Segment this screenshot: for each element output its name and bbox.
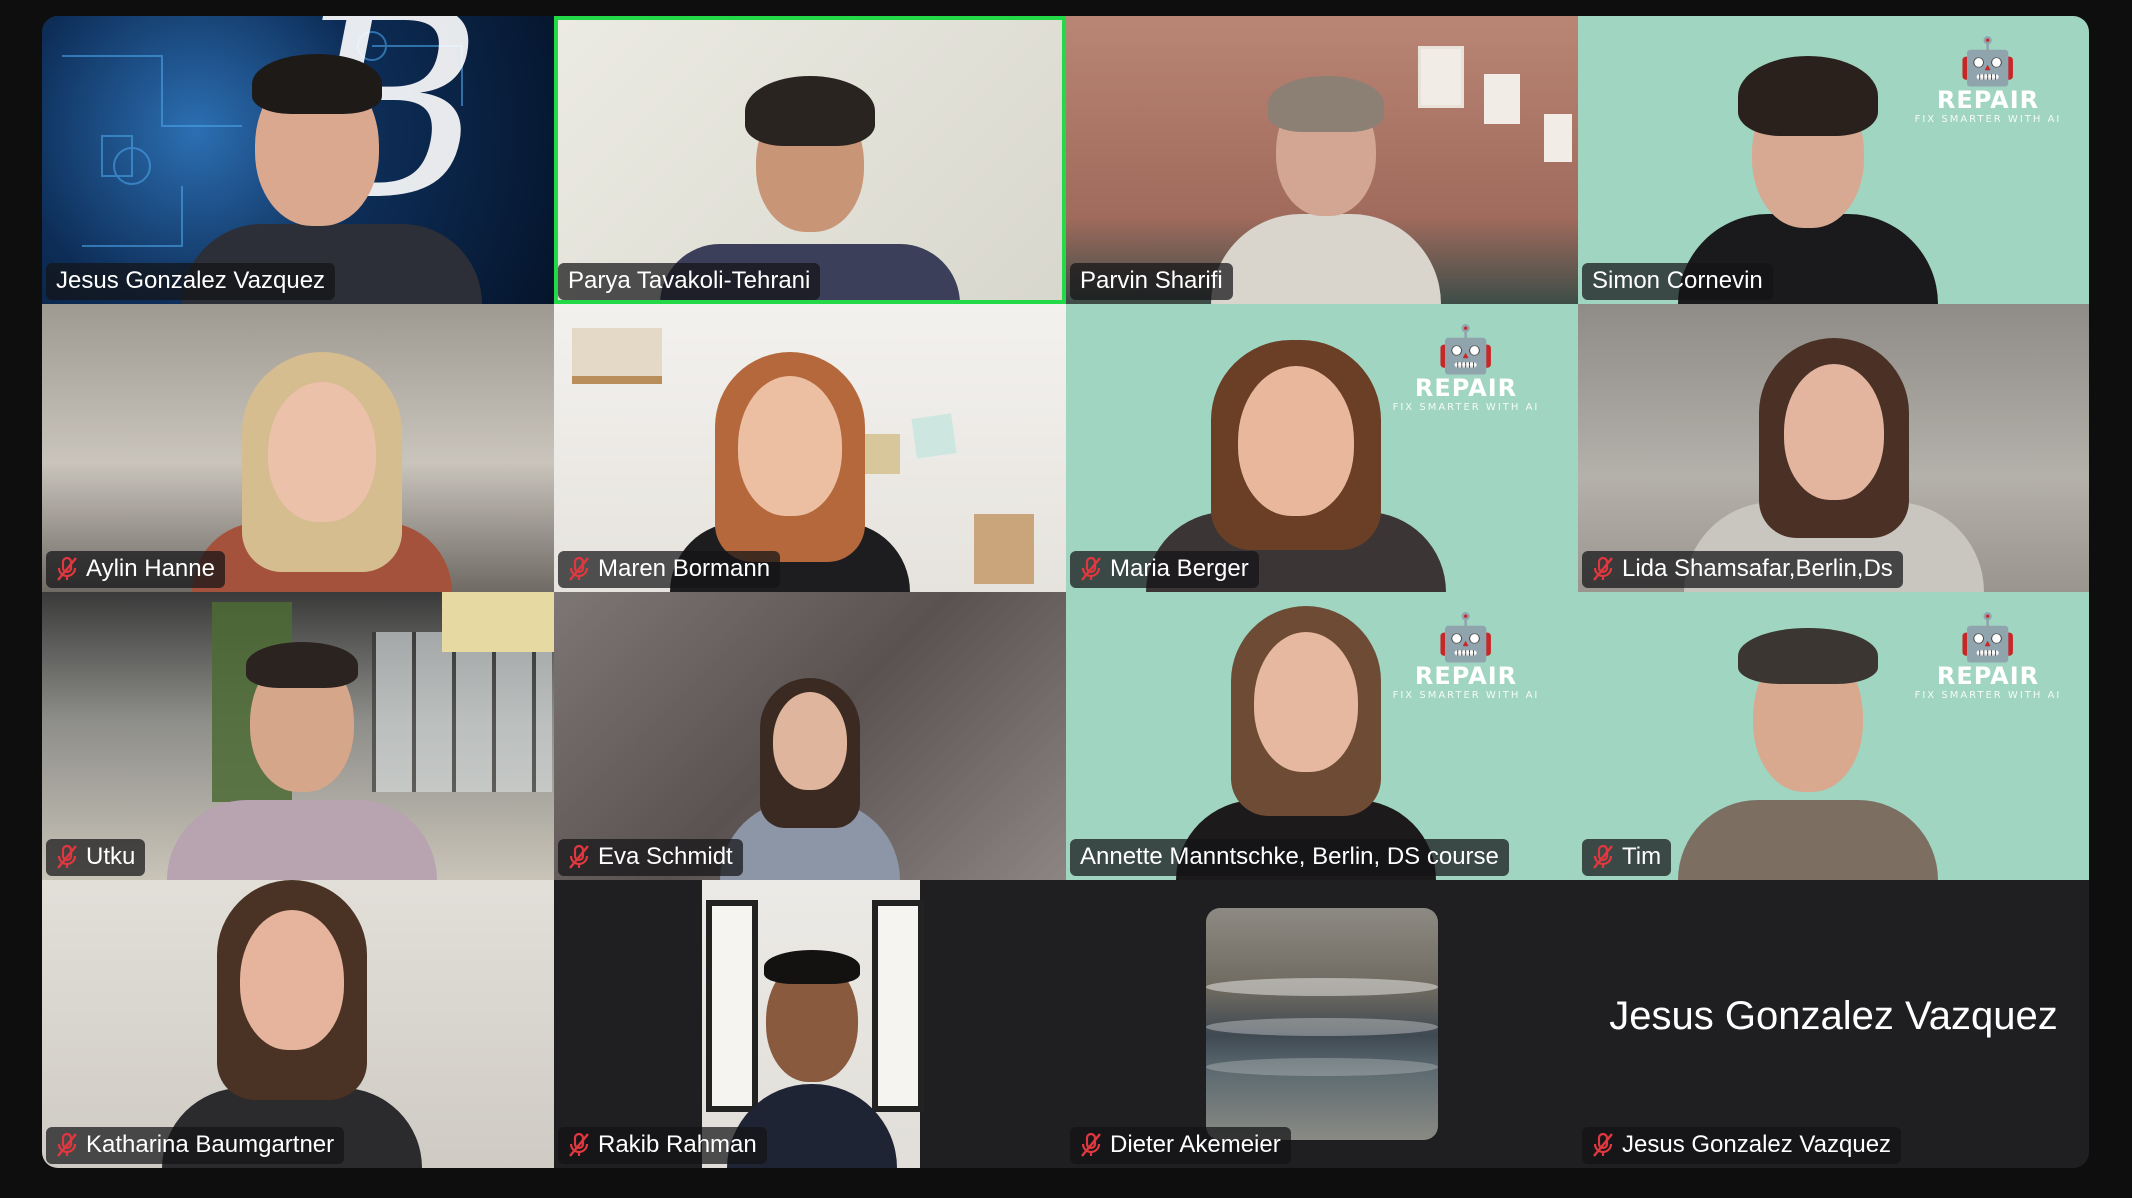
mic-muted-icon [568,1132,590,1158]
participant-name: Eva Schmidt [598,843,733,870]
repair-logo-tagline: FIX SMARTER WITH AI [1914,114,2062,125]
participant-tile[interactable]: 🤖 REPAIR FIX SMARTER WITH AI Tim [1578,592,2089,880]
participant-video [42,304,554,592]
participant-tile[interactable]: Maren Bormann [554,304,1066,592]
participant-name: Rakib Rahman [598,1131,757,1158]
mic-muted-icon [1592,1132,1614,1158]
repair-logo-tagline: FIX SMARTER WITH AI [1914,690,2062,701]
participant-tile-video-off[interactable]: Dieter Akemeier [1066,880,1578,1168]
participant-name: Annette Manntschke, Berlin, DS course [1080,843,1499,870]
participant-name: Tim [1622,843,1662,870]
participant-name: Lida Shamsafar,Berlin,Ds [1622,555,1893,582]
mic-muted-icon [1080,1132,1102,1158]
participant-video: 🤖 REPAIR FIX SMARTER WITH AI [1578,16,2089,304]
participant-video [554,16,1066,304]
participant-name-label: Parvin Sharifi [1070,263,1233,300]
mic-muted-icon [568,844,590,870]
participant-tile-active-speaker[interactable]: Parya Tavakoli-Tehrani [554,16,1066,304]
participant-name-label: Jesus Gonzalez Vazquez [1582,1127,1902,1164]
participant-name-label: Jesus Gonzalez Vazquez [46,263,336,300]
participant-video [1578,304,2089,592]
participant-name: Parya Tavakoli-Tehrani [568,267,811,294]
participant-tile[interactable]: 🤖 REPAIR FIX SMARTER WITH AI Maria Berge… [1066,304,1578,592]
participant-video: B [42,16,554,304]
participant-tile[interactable]: Parvin Sharifi [1066,16,1578,304]
participant-video: 🤖 REPAIR FIX SMARTER WITH AI [1066,304,1578,592]
participant-video [42,592,554,880]
participant-name: Jesus Gonzalez Vazquez [1622,1131,1892,1158]
repair-logo-word: REPAIR [1414,374,1518,402]
participant-video: 🤖 REPAIR FIX SMARTER WITH AI [1066,592,1578,880]
repair-logo: 🤖 REPAIR FIX SMARTER WITH AI [1376,324,1556,413]
robot-logo-icon: 🤖 [1437,322,1495,376]
participant-name: Maren Bormann [598,555,771,582]
participant-name: Utku [86,843,136,870]
repair-logo-tagline: FIX SMARTER WITH AI [1392,402,1540,413]
participant-name: Katharina Baumgartner [86,1131,335,1158]
repair-logo: 🤖 REPAIR FIX SMARTER WITH AI [1898,612,2078,701]
robot-logo-icon: 🤖 [1959,34,2017,88]
participant-name: Dieter Akemeier [1110,1131,1281,1158]
mic-muted-icon [56,844,78,870]
mic-muted-icon [568,556,590,582]
repair-logo-word: REPAIR [1936,86,2040,114]
participant-tile[interactable]: Aylin Hanne [42,304,554,592]
participant-tile[interactable]: 🤖 REPAIR FIX SMARTER WITH AI Simon Corne… [1578,16,2089,304]
participant-name-label: Simon Cornevin [1582,263,1773,300]
participant-name-label: Maria Berger [1070,551,1259,588]
participant-name: Maria Berger [1110,555,1249,582]
participant-tile-video-off[interactable]: Jesus Gonzalez Vazquez Jesus Gonzalez Va… [1578,880,2089,1168]
participant-name-label: Utku [46,839,146,876]
participant-video [1066,16,1578,304]
participant-tile[interactable]: B Jesus Gonzalez Vazquez [42,16,554,304]
participant-name: Aylin Hanne [86,555,215,582]
mic-muted-icon [1080,556,1102,582]
robot-logo-icon: 🤖 [1959,610,2017,664]
participant-video: 🤖 REPAIR FIX SMARTER WITH AI [1578,592,2089,880]
participant-video [554,304,1066,592]
repair-logo-word: REPAIR [1414,662,1518,690]
mic-muted-icon [56,1132,78,1158]
mic-muted-icon [1592,844,1614,870]
repair-logo: 🤖 REPAIR FIX SMARTER WITH AI [1898,36,2078,125]
participant-name-label: Annette Manntschke, Berlin, DS course [1070,839,1509,876]
participant-display-name: Jesus Gonzalez Vazquez [1609,994,2058,1038]
participant-name: Jesus Gonzalez Vazquez [56,267,326,294]
participant-name-label: Aylin Hanne [46,551,225,588]
repair-logo: 🤖 REPAIR FIX SMARTER WITH AI [1376,612,1556,701]
participant-name-label: Rakib Rahman [558,1127,767,1164]
participant-name-label: Parya Tavakoli-Tehrani [558,263,821,300]
participant-video [702,880,924,1168]
participant-name-label: Eva Schmidt [558,839,743,876]
participant-name-label: Lida Shamsafar,Berlin,Ds [1582,551,1903,588]
participant-name-label: Maren Bormann [558,551,781,588]
participant-avatar [1206,908,1438,1140]
participant-video [42,880,554,1168]
participant-tile[interactable]: Eva Schmidt [554,592,1066,880]
mic-muted-icon [56,556,78,582]
mic-muted-icon [1592,556,1614,582]
robot-logo-icon: 🤖 [1437,610,1495,664]
participant-tile[interactable]: 🤖 REPAIR FIX SMARTER WITH AI Annette Man… [1066,592,1578,880]
participant-name: Parvin Sharifi [1080,267,1223,294]
repair-logo-word: REPAIR [1936,662,2040,690]
video-gallery: B Jesus Gonzalez Vazquez Parya Tavakoli-… [42,16,2089,1168]
participant-tile[interactable]: Rakib Rahman [554,880,1066,1168]
participant-name-label: Katharina Baumgartner [46,1127,345,1164]
participant-tile[interactable]: Katharina Baumgartner [42,880,554,1168]
participant-name-label: Dieter Akemeier [1070,1127,1291,1164]
participant-tile[interactable]: Lida Shamsafar,Berlin,Ds [1578,304,2089,592]
participant-video [554,592,1066,880]
repair-logo-tagline: FIX SMARTER WITH AI [1392,690,1540,701]
participant-name-label: Tim [1582,839,1672,876]
participant-name: Simon Cornevin [1592,267,1763,294]
participant-tile[interactable]: Utku [42,592,554,880]
